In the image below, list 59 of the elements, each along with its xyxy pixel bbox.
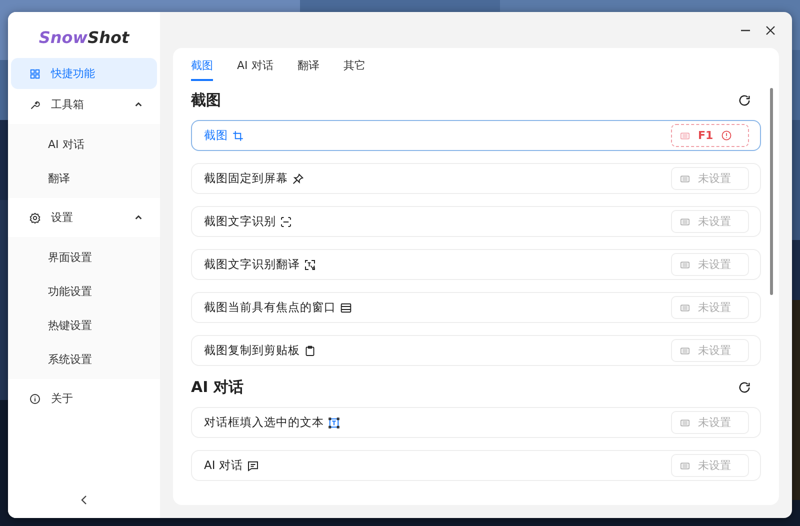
refresh-icon[interactable] [738, 381, 751, 394]
keyboard-icon [680, 130, 690, 140]
tab[interactable]: 翻译 [297, 56, 320, 81]
scrollbar[interactable] [770, 88, 773, 295]
shortcut-label: 截图当前具有焦点的窗口 [204, 300, 336, 315]
sidebar-item[interactable]: 快捷功能 [11, 58, 157, 89]
crop-icon [232, 130, 244, 142]
warning-icon [721, 130, 732, 141]
keyboard-icon [680, 260, 690, 270]
hotkey-field[interactable]: F1 [671, 124, 749, 147]
shortcut-row[interactable]: 截图固定到屏幕 未设置 [191, 163, 761, 194]
clipboard-icon [304, 344, 316, 356]
keyboard-icon [680, 418, 690, 428]
shortcut-row[interactable]: 截图 F1 [191, 120, 761, 151]
settings-icon [29, 212, 41, 224]
chat-icon [246, 460, 259, 472]
refresh-icon[interactable] [738, 94, 751, 107]
grid-icon [29, 68, 41, 80]
keyboard-icon [680, 302, 690, 312]
keyboard-icon [680, 216, 690, 226]
translate-scan-icon [304, 258, 316, 270]
sidebar-item[interactable]: 工具箱 [11, 89, 157, 120]
sidebar-subitem[interactable]: 功能设置 [8, 274, 160, 308]
shortcut-label: 对话框填入选中的文本 [204, 415, 324, 430]
window-icon [340, 302, 352, 314]
shortcut-label: 截图复制到剪贴板 [204, 343, 300, 358]
tab[interactable]: AI 对话 [237, 56, 274, 81]
sidebar-subitem[interactable]: 界面设置 [8, 240, 160, 274]
shortcut-row[interactable]: AI 对话 未设置 [191, 450, 761, 481]
shortcut-label: 截图文字识别 [204, 214, 276, 229]
shortcut-label: 截图固定到屏幕 [204, 171, 288, 186]
pin-icon [292, 172, 304, 184]
shortcut-row[interactable]: 截图文字识别翻译 未设置 [191, 249, 761, 280]
app-logo: SnowShot [38, 28, 130, 47]
text-box-icon [328, 416, 340, 428]
section-title: AI 对话 [191, 378, 244, 397]
sidebar-subitem[interactable]: 系统设置 [8, 342, 160, 376]
wrench-icon [29, 98, 41, 110]
sidebar-subitem[interactable]: 热键设置 [8, 308, 160, 342]
shortcut-label: 截图 [204, 128, 228, 143]
sidebar-subitem[interactable]: 翻译 [8, 161, 160, 195]
shortcut-row[interactable]: 截图文字识别 未设置 [191, 206, 761, 237]
sidebar-item[interactable]: 设置 [11, 202, 157, 233]
shortcut-row[interactable]: 截图复制到剪贴板 未设置 [191, 335, 761, 366]
shortcut-label: AI 对话 [204, 458, 243, 473]
shortcut-row[interactable]: 截图当前具有焦点的窗口 未设置 [191, 292, 761, 323]
keyboard-icon [680, 346, 690, 356]
tab[interactable]: 截图 [191, 56, 213, 81]
section-title: 截图 [191, 91, 221, 110]
keyboard-icon [680, 174, 690, 184]
text-scan-icon [280, 216, 292, 228]
sidebar-subitem[interactable]: AI 对话 [8, 127, 160, 161]
sidebar-item[interactable]: 关于 [11, 383, 157, 414]
tab[interactable]: 其它 [343, 56, 366, 81]
shortcut-label: 截图文字识别翻译 [204, 257, 300, 272]
keyboard-icon [680, 460, 690, 470]
shortcut-row[interactable]: 对话框填入选中的文本 未设置 [191, 407, 761, 438]
info-icon [29, 392, 41, 404]
close-icon[interactable] [765, 24, 776, 36]
